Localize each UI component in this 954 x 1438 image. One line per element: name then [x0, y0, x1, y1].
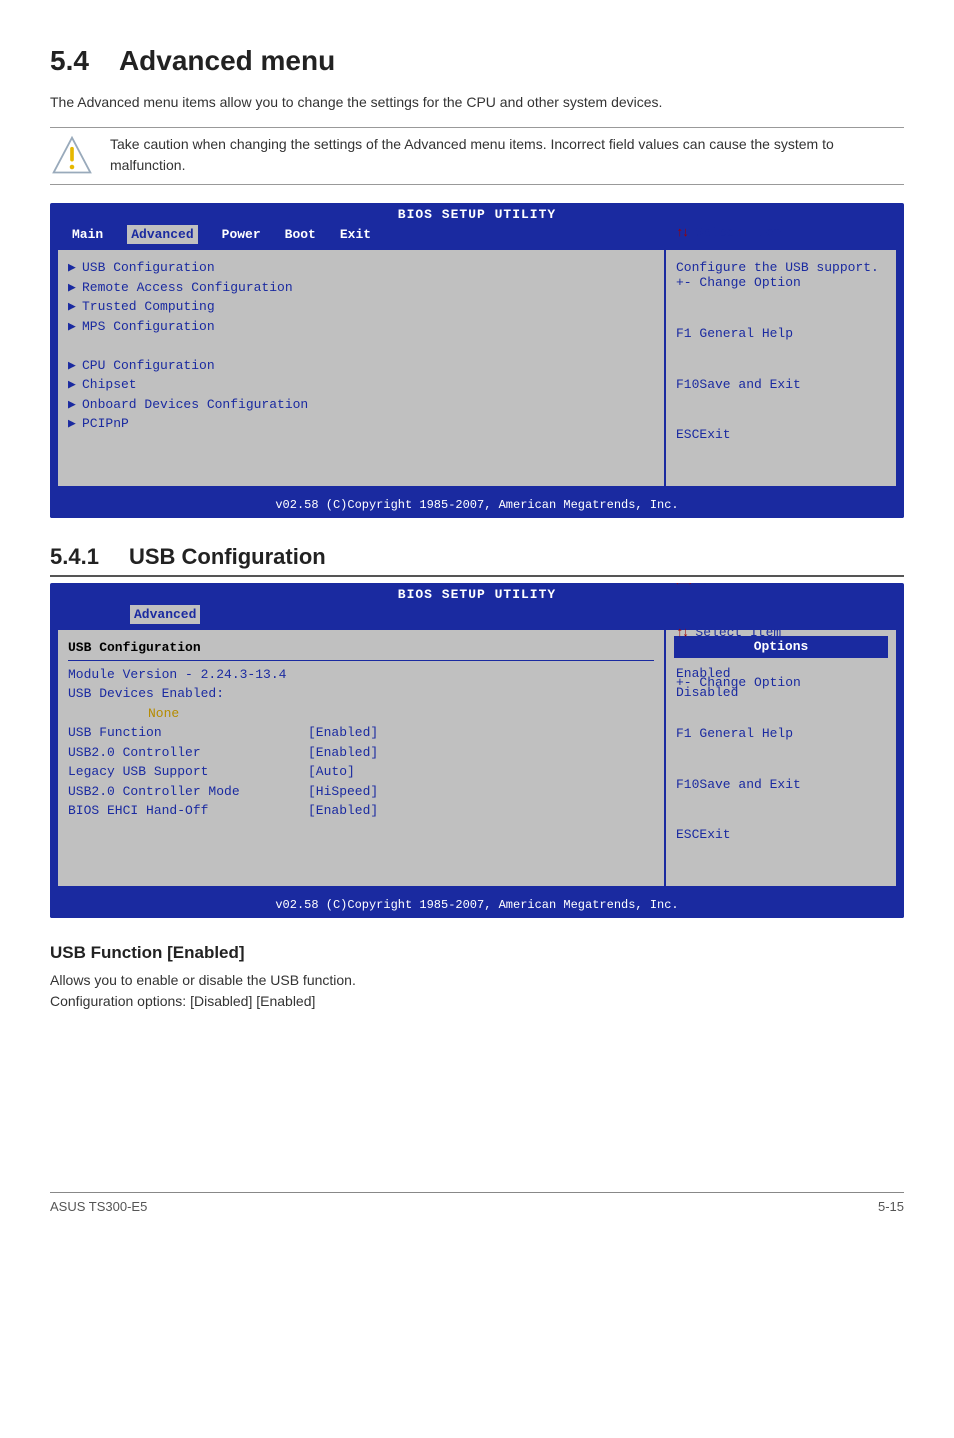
bios-side-panel: Configure the USB support. ←→Select Scre…: [664, 248, 898, 488]
bios-panel-usb: BIOS SETUP UTILITY Advanced USB Configur…: [50, 583, 904, 918]
submenu-arrow-icon: ▶: [68, 375, 82, 395]
bios-tab-power[interactable]: Power: [222, 225, 261, 245]
bios-tab-advanced[interactable]: Advanced: [127, 225, 197, 245]
bios-usb-panel: USB Configuration Module Version - 2.24.…: [56, 628, 664, 888]
submenu-arrow-icon: ▶: [68, 414, 82, 434]
bios-side-panel: Options Enabled Disabled ←→Select Screen…: [664, 628, 898, 888]
subsection-heading: 5.4.1 USB Configuration: [50, 540, 904, 577]
submenu-arrow-icon: ▶: [68, 317, 82, 337]
setting-desc: Allows you to enable or disable the USB …: [50, 970, 904, 991]
bios-info-line: USB Devices Enabled:: [68, 684, 654, 704]
submenu-arrow-icon: ▶: [68, 297, 82, 317]
bios-menu-list: ▶USB Configuration ▶Remote Access Config…: [56, 248, 664, 488]
section-heading: 5.4 Advanced menu: [50, 40, 904, 82]
bios-setting-row[interactable]: USB Function[Enabled]: [68, 723, 654, 743]
section-number: 5.4: [50, 45, 89, 76]
caution-icon: [50, 134, 94, 178]
footer-product: ASUS TS300-E5: [50, 1197, 147, 1217]
bios-panel-heading: USB Configuration: [68, 638, 654, 658]
bios-setting-row[interactable]: Legacy USB Support[Auto]: [68, 762, 654, 782]
bios-help-keys: ←→Select Screen ↑↓ Select Item +- Change…: [676, 203, 886, 478]
subsection-title: USB Configuration: [129, 544, 326, 569]
bios-menu-item[interactable]: ▶CPU Configuration: [68, 356, 654, 376]
up-down-arrows-icon: ↑↓: [676, 225, 688, 240]
subsection-number: 5.4.1: [50, 544, 99, 569]
footer-page-number: 5-15: [878, 1197, 904, 1217]
bios-menu-item[interactable]: ▶Trusted Computing: [68, 297, 654, 317]
left-right-arrows-icon: ←→: [676, 583, 692, 589]
bios-menu-item[interactable]: ▶Chipset: [68, 375, 654, 395]
bios-tab-advanced[interactable]: Advanced: [130, 605, 200, 625]
bios-menu-item[interactable]: ▶Remote Access Configuration: [68, 278, 654, 298]
bios-setting-row[interactable]: USB2.0 Controller Mode[HiSpeed]: [68, 782, 654, 802]
submenu-arrow-icon: ▶: [68, 356, 82, 376]
bios-menu-item[interactable]: ▶USB Configuration: [68, 258, 654, 278]
bios-info-line: Module Version - 2.24.3-13.4: [68, 665, 654, 685]
bios-setting-row[interactable]: USB2.0 Controller[Enabled]: [68, 743, 654, 763]
bios-menu-item[interactable]: ▶Onboard Devices Configuration: [68, 395, 654, 415]
submenu-arrow-icon: ▶: [68, 395, 82, 415]
section-title: Advanced menu: [119, 45, 335, 76]
bios-help-keys: ←→Select Screen ↑↓ Select Item +- Change…: [676, 583, 886, 878]
setting-options: Configuration options: [Disabled] [Enabl…: [50, 991, 904, 1012]
bios-tab-main[interactable]: Main: [72, 225, 103, 245]
bios-panel-advanced: BIOS SETUP UTILITY Main Advanced Power B…: [50, 203, 904, 518]
bios-menu-item[interactable]: ▶MPS Configuration: [68, 317, 654, 337]
bios-menu-item[interactable]: ▶PCIPnP: [68, 414, 654, 434]
up-down-arrows-icon: ↑↓: [676, 625, 688, 640]
page-footer: ASUS TS300-E5 5-15: [50, 1192, 904, 1217]
bios-info-none: None: [68, 704, 654, 724]
bios-tab-exit[interactable]: Exit: [340, 225, 371, 245]
caution-note: Take caution when changing the settings …: [50, 127, 904, 185]
caution-text: Take caution when changing the settings …: [110, 134, 904, 176]
bios-copyright: v02.58 (C)Copyright 1985-2007, American …: [50, 494, 904, 518]
bios-copyright: v02.58 (C)Copyright 1985-2007, American …: [50, 894, 904, 918]
setting-heading: USB Function [Enabled]: [50, 940, 904, 966]
bios-setting-row[interactable]: BIOS EHCI Hand-Off[Enabled]: [68, 801, 654, 821]
bios-tab-boot[interactable]: Boot: [285, 225, 316, 245]
submenu-arrow-icon: ▶: [68, 258, 82, 278]
submenu-arrow-icon: ▶: [68, 278, 82, 298]
intro-text: The Advanced menu items allow you to cha…: [50, 92, 904, 113]
